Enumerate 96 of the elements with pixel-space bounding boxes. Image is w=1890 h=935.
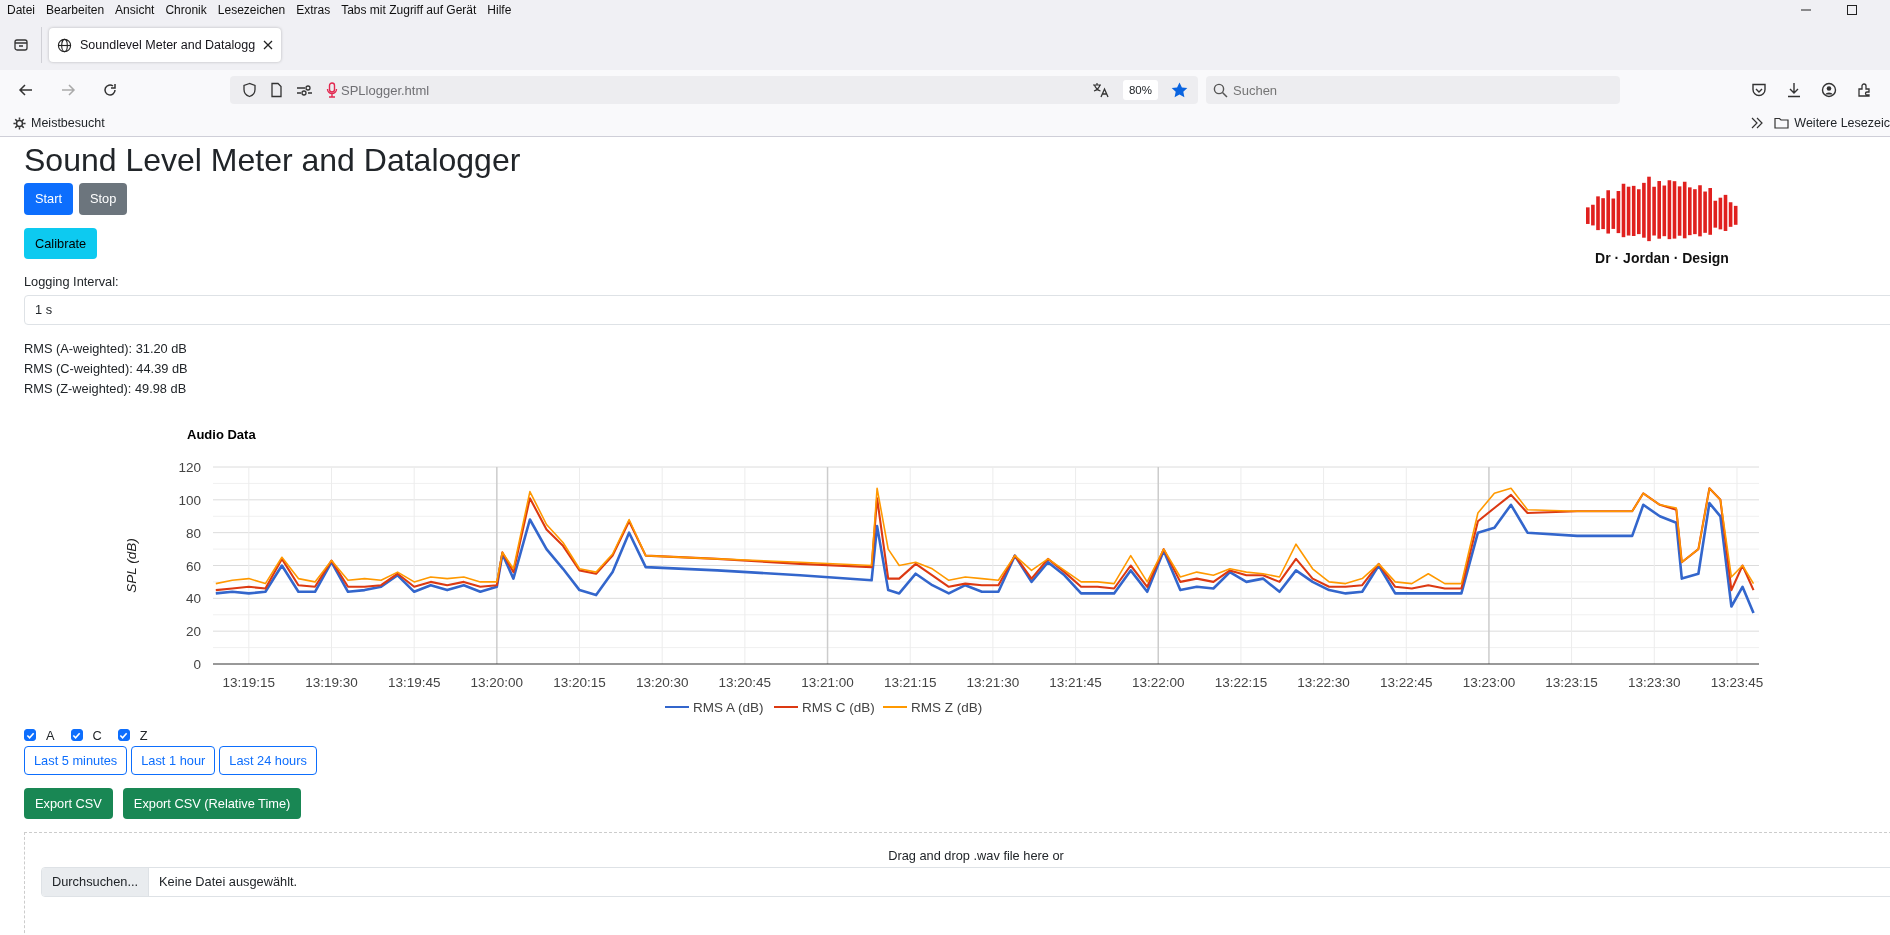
microphone-icon[interactable] [326,82,338,98]
tick-label: 13:22:30 [1297,674,1350,690]
tick-label: 13:19:45 [387,674,441,690]
browser-tab[interactable]: Soundlevel Meter and Datalogg [49,28,282,62]
tick-label: 13:19:30 [305,674,358,690]
range-button[interactable]: Last 24 hours [219,745,317,776]
interval-select[interactable]: 1 s [24,294,1890,325]
zoom-level[interactable]: 80% [1122,80,1158,100]
checkbox-label: A [46,727,55,743]
star-icon[interactable] [1171,82,1188,98]
tick-label: 13:23:30 [1628,674,1681,690]
export-button[interactable]: Export CSV [24,788,113,820]
rms-reading: RMS (Z-weighted): 49.98 dB [24,379,188,398]
tick-label: 60 [185,558,201,574]
tab-title: Soundlevel Meter and Datalogg [80,38,256,52]
permissions-icon[interactable] [296,83,313,97]
legend-label: RMS C (dB) [802,699,875,715]
rms-reading: RMS (C-weighted): 44.39 dB [24,359,189,378]
legend-swatch [882,705,908,708]
checkbox[interactable] [117,729,130,742]
maximize-icon[interactable] [1846,4,1858,16]
tick-label: 13:19:15 [222,674,276,690]
range-button[interactable]: Last 5 minutes [24,745,128,776]
checkbox[interactable] [24,729,36,742]
chevron-icon[interactable] [1750,117,1765,129]
back-icon[interactable] [18,82,34,98]
translate-icon[interactable] [1091,82,1110,98]
bookmark-item[interactable]: Meistbesucht [13,116,105,130]
extensions-icon[interactable] [1856,82,1872,98]
reload-icon[interactable] [102,82,118,98]
pocket-icon[interactable] [1751,82,1767,98]
tick-label: 13:21:00 [801,674,854,690]
tick-label: 13:22:00 [1131,674,1185,690]
file-input[interactable]: Durchsuchen... Keine Datei ausgewählt. [41,867,1890,898]
folder-icon [1774,117,1790,129]
legend-label: RMS A (dB) [693,699,764,715]
tick-label: 13:23:00 [1462,674,1516,690]
drop-text: Drag and drop .wav file here or [887,848,1065,864]
tick-label: 13:21:45 [1049,674,1102,690]
legend-swatch [773,705,799,708]
rms-reading: RMS (A-weighted): 31.20 dB [24,339,188,358]
gear-icon [13,116,26,130]
tick-label: 120 [178,459,201,475]
search-field[interactable]: Suchen [1206,76,1620,104]
tick-label: 13:20:45 [718,674,772,690]
tick-label: 40 [185,591,201,607]
globe-icon [57,37,72,53]
menu-item[interactable]: Extras [296,3,331,17]
axis-label: SPL (dB) [124,538,139,593]
tick-label: 13:23:15 [1545,674,1598,690]
interval-label: Logging Interval: [24,273,120,289]
menu-item[interactable]: Hilfe [487,3,512,17]
download-icon[interactable] [1786,82,1802,98]
legend-label: RMS Z (dB) [911,699,983,715]
tick-label: 13:20:30 [635,674,689,690]
tick-label: 13:20:15 [553,674,606,690]
tick-label: 13:21:30 [966,674,1020,690]
tick-label: 13:22:45 [1380,674,1433,690]
tick-label: 0 [193,656,201,672]
range-button[interactable]: Last 1 hour [131,745,216,776]
tick-label: 20 [185,624,201,640]
address-bar[interactable]: SPLlogger.html 80% [230,76,1198,104]
menu-item[interactable]: Chronik [165,3,207,17]
tab-list-icon[interactable] [13,37,29,53]
url-text: SPLlogger.html [341,82,430,98]
checkbox[interactable] [70,729,83,742]
close-icon[interactable] [263,40,274,50]
menu-item[interactable]: Bearbeiten [46,3,105,17]
tick-label: 13:20:00 [470,674,524,690]
legend-swatch [664,705,690,708]
chart-title: Audio Data [187,426,256,442]
menu-item[interactable]: Ansicht [115,3,155,17]
calibrate-button[interactable]: Calibrate [24,227,98,259]
account-icon[interactable] [1821,82,1837,98]
control-button[interactable]: Stop [79,183,128,215]
control-button[interactable]: Start [24,183,74,215]
menu-item[interactable]: Lesezeichen [217,3,286,17]
menu-item[interactable]: Tabs mit Zugriff auf Gerät [341,3,477,17]
tick-label: 80 [185,525,201,541]
tick-label: 100 [178,492,201,508]
file-status: Keine Datei ausgewählt. [158,873,299,892]
menu-item[interactable]: Datei [7,3,35,17]
bookmark-folder[interactable]: Weitere Lesezeic [1774,116,1890,130]
logo-text: Dr · Jordan · Design [1595,250,1729,266]
tick-label: 13:23:45 [1710,674,1764,690]
export-button[interactable]: Export CSV (Relative Time) [122,788,302,820]
tick-label: 13:22:15 [1214,674,1268,690]
drop-zone[interactable]: Drag and drop .wav file here or Durchsuchen... Keine Datei ausgewählt. [24,832,1890,935]
browse-button[interactable]: Durchsuchen... [42,868,150,897]
checkbox-label: Z [139,727,148,743]
page-icon[interactable] [270,82,283,98]
checkbox-label: C [92,727,102,743]
page-title: Sound Level Meter and Datalogger [24,141,521,180]
search-icon [1213,83,1228,98]
shield-icon[interactable] [242,82,257,98]
tick-label: 13:21:15 [883,674,937,690]
